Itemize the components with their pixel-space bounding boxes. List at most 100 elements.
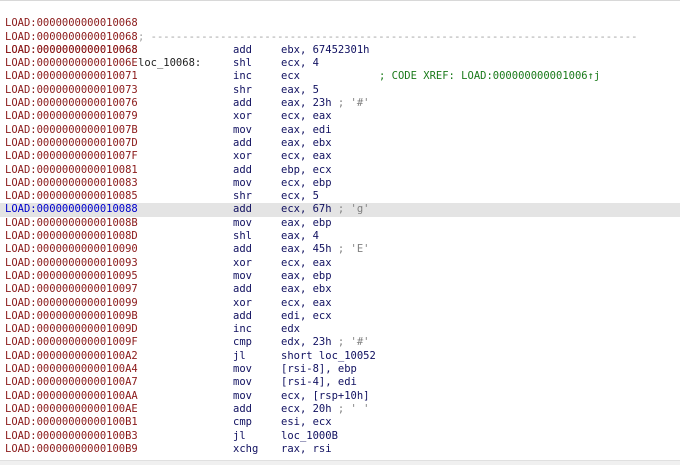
operand-text[interactable]: eax, 23h [281, 97, 332, 109]
operand-text[interactable]: edi, ecx [281, 310, 332, 322]
disassembly-listing[interactable]: LOAD:0000000000010068 ; ----------------… [0, 0, 680, 465]
operand-text[interactable]: ecx, 20h [281, 403, 332, 415]
operand-text[interactable]: eax, 45h [281, 243, 332, 255]
operand-text[interactable]: loc_1000B [281, 430, 338, 442]
operand-text[interactable]: short loc_10052 [281, 350, 376, 362]
operands[interactable]: eax, ebp [281, 270, 332, 283]
listing-row[interactable]: LOAD:0000000000010071 inc ecx [0, 70, 680, 83]
operands[interactable]: ecx, 5 [281, 190, 319, 203]
listing-row[interactable]: LOAD:000000000001009B add edi, ecx [0, 310, 680, 323]
operand-text[interactable]: eax, 5 [281, 84, 319, 96]
operands[interactable]: eax, ebx [281, 283, 332, 296]
operand-text[interactable]: ecx, ebp [281, 177, 332, 189]
operands[interactable]: eax, 23h ; '#' [281, 97, 370, 110]
operands[interactable]: eax, 4 [281, 230, 319, 243]
operands[interactable]: eax, ebp [281, 217, 332, 230]
operands[interactable]: edx, 23h ; '#' [281, 336, 370, 349]
operand-text[interactable]: [rsi-4], edi [281, 376, 357, 388]
operand-text[interactable]: rax, rsi [281, 443, 332, 455]
listing-row[interactable]: LOAD:0000000000010076 add eax, 23h ; '#' [0, 97, 680, 110]
listing-row[interactable]: LOAD:0000000000010097 add eax, ebx [0, 283, 680, 296]
listing-row[interactable]: LOAD:000000000001007B mov eax, edi [0, 124, 680, 137]
operands[interactable]: rax, rsi [281, 443, 332, 456]
operand-text[interactable]: ecx, 4 [281, 57, 319, 69]
operands[interactable]: ecx, 4 [281, 57, 319, 70]
operand-text[interactable]: eax, ebp [281, 217, 332, 229]
listing-row[interactable]: LOAD:0000000000010095 mov eax, ebp [0, 270, 680, 283]
operands[interactable]: ecx, ebp [281, 177, 332, 190]
listing-row[interactable]: LOAD:000000000001007D add eax, ebx [0, 137, 680, 150]
operand-text[interactable]: ecx, 5 [281, 190, 319, 202]
operands[interactable]: loc_1000B [281, 430, 338, 443]
listing-row[interactable]: LOAD:0000000000010081 add ebp, ecx [0, 164, 680, 177]
listing-row[interactable]: LOAD:00000000000100AA mov ecx, [rsp+10h] [0, 390, 680, 403]
operands[interactable]: eax, 5 [281, 84, 319, 97]
operand-text[interactable]: ecx, eax [281, 150, 332, 162]
operands[interactable]: [rsi-8], ebp [281, 363, 357, 376]
listing-row[interactable]: LOAD:00000000000100AE add ecx, 20h ; ' ' [0, 403, 680, 416]
operands[interactable]: ebp, ecx [281, 164, 332, 177]
address: LOAD:00000000000100A7 [5, 376, 138, 389]
operand-text[interactable]: ebp, ecx [281, 164, 332, 176]
listing-row[interactable]: LOAD:0000000000010085 shr ecx, 5 [0, 190, 680, 203]
operand-text[interactable]: [rsi-8], ebp [281, 363, 357, 375]
operand-text[interactable]: ecx, [rsp+10h] [281, 390, 370, 402]
operand-text[interactable]: ecx, 67h [281, 203, 332, 215]
listing-row[interactable]: LOAD:000000000001006E shl ecx, 4 [0, 57, 680, 70]
listing-row[interactable]: LOAD:00000000000100B3 jl loc_1000B [0, 430, 680, 443]
operand-text[interactable]: ecx, eax [281, 110, 332, 122]
operand-text[interactable]: eax, edi [281, 124, 332, 136]
operands[interactable]: ecx, 20h ; ' ' [281, 403, 370, 416]
operand-text[interactable]: eax, 4 [281, 230, 319, 242]
listing-row[interactable]: LOAD:00000000000100B9 xchg rax, rsi [0, 443, 680, 456]
listing-row[interactable]: LOAD:0000000000010099 xor ecx, eax [0, 297, 680, 310]
operands[interactable]: ecx, eax [281, 110, 332, 123]
listing-row[interactable]: LOAD:0000000000010073 shr eax, 5 [0, 84, 680, 97]
horizontal-scrollbar[interactable] [0, 460, 680, 465]
listing-row-selected[interactable]: LOAD:0000000000010088 add ecx, 67h ; 'g' [0, 203, 680, 217]
operands[interactable]: short loc_10052 [281, 350, 376, 363]
operands[interactable]: [rsi-4], edi [281, 376, 357, 389]
operand-text[interactable]: ecx, eax [281, 297, 332, 309]
listing-row[interactable]: LOAD:0000000000010079 xor ecx, eax [0, 110, 680, 123]
listing-row[interactable]: LOAD:00000000000100B1 cmp esi, ecx [0, 416, 680, 429]
listing-row[interactable]: LOAD:000000000001009D inc edx [0, 323, 680, 336]
operand-text[interactable]: ecx, eax [281, 257, 332, 269]
listing-row[interactable]: LOAD:0000000000010093 xor ecx, eax [0, 257, 680, 270]
listing-row[interactable]: LOAD:00000000000100A4 mov [rsi-8], ebp [0, 363, 680, 376]
operands[interactable]: ecx, eax [281, 150, 332, 163]
listing-row[interactable]: LOAD:000000000001009F cmp edx, 23h ; '#' [0, 336, 680, 349]
operands[interactable]: ecx, [rsp+10h] [281, 390, 370, 403]
operands[interactable]: edi, ecx [281, 310, 332, 323]
operands[interactable]: eax, ebx [281, 137, 332, 150]
operands[interactable]: ecx [281, 70, 300, 83]
operand-text[interactable]: esi, ecx [281, 416, 332, 428]
operands[interactable]: esi, ecx [281, 416, 332, 429]
operands[interactable]: ecx, eax [281, 297, 332, 310]
operand-text[interactable]: ebx, 67452301h [281, 44, 370, 56]
listing-row-blank[interactable]: LOAD:0000000000010068 [0, 17, 680, 43]
listing-row[interactable]: LOAD:000000000001008D shl eax, 4 [0, 230, 680, 243]
operands[interactable]: eax, 45h ; 'E' [281, 243, 370, 256]
listing-row[interactable]: LOAD:0000000000010068 add ebx, 67452301h [0, 44, 680, 57]
operands[interactable]: ebx, 67452301h [281, 44, 370, 57]
operands[interactable]: edx [281, 323, 300, 336]
operand-text[interactable]: eax, ebx [281, 137, 332, 149]
listing-row[interactable]: LOAD:000000000001008B mov eax, ebp [0, 217, 680, 230]
address: LOAD:000000000001009D [5, 323, 138, 336]
operands[interactable]: eax, edi [281, 124, 332, 137]
operand-text[interactable]: eax, ebx [281, 283, 332, 295]
listing-row[interactable]: LOAD:000000000001007F xor ecx, eax [0, 150, 680, 163]
operand-text[interactable]: edx, 23h [281, 336, 332, 348]
listing-row[interactable]: LOAD:00000000000100A2 jl short loc_10052 [0, 350, 680, 363]
operands[interactable]: ecx, eax [281, 257, 332, 270]
listing-row[interactable]: LOAD:0000000000010090 add eax, 45h ; 'E' [0, 243, 680, 256]
operand-text[interactable]: ecx [281, 70, 300, 82]
operand-text[interactable]: edx [281, 323, 300, 335]
listing-row-label[interactable]: LOAD:0000000000010068 loc_10068: ; CODE … [0, 31, 680, 83]
listing-row[interactable]: LOAD:0000000000010083 mov ecx, ebp [0, 177, 680, 190]
listing-row[interactable]: LOAD:00000000000100A7 mov [rsi-4], edi [0, 376, 680, 389]
listing-row-separator[interactable]: LOAD:0000000000010068 ; ----------------… [0, 4, 680, 42]
operands[interactable]: ecx, 67h ; 'g' [281, 203, 370, 216]
operand-text[interactable]: eax, ebp [281, 270, 332, 282]
